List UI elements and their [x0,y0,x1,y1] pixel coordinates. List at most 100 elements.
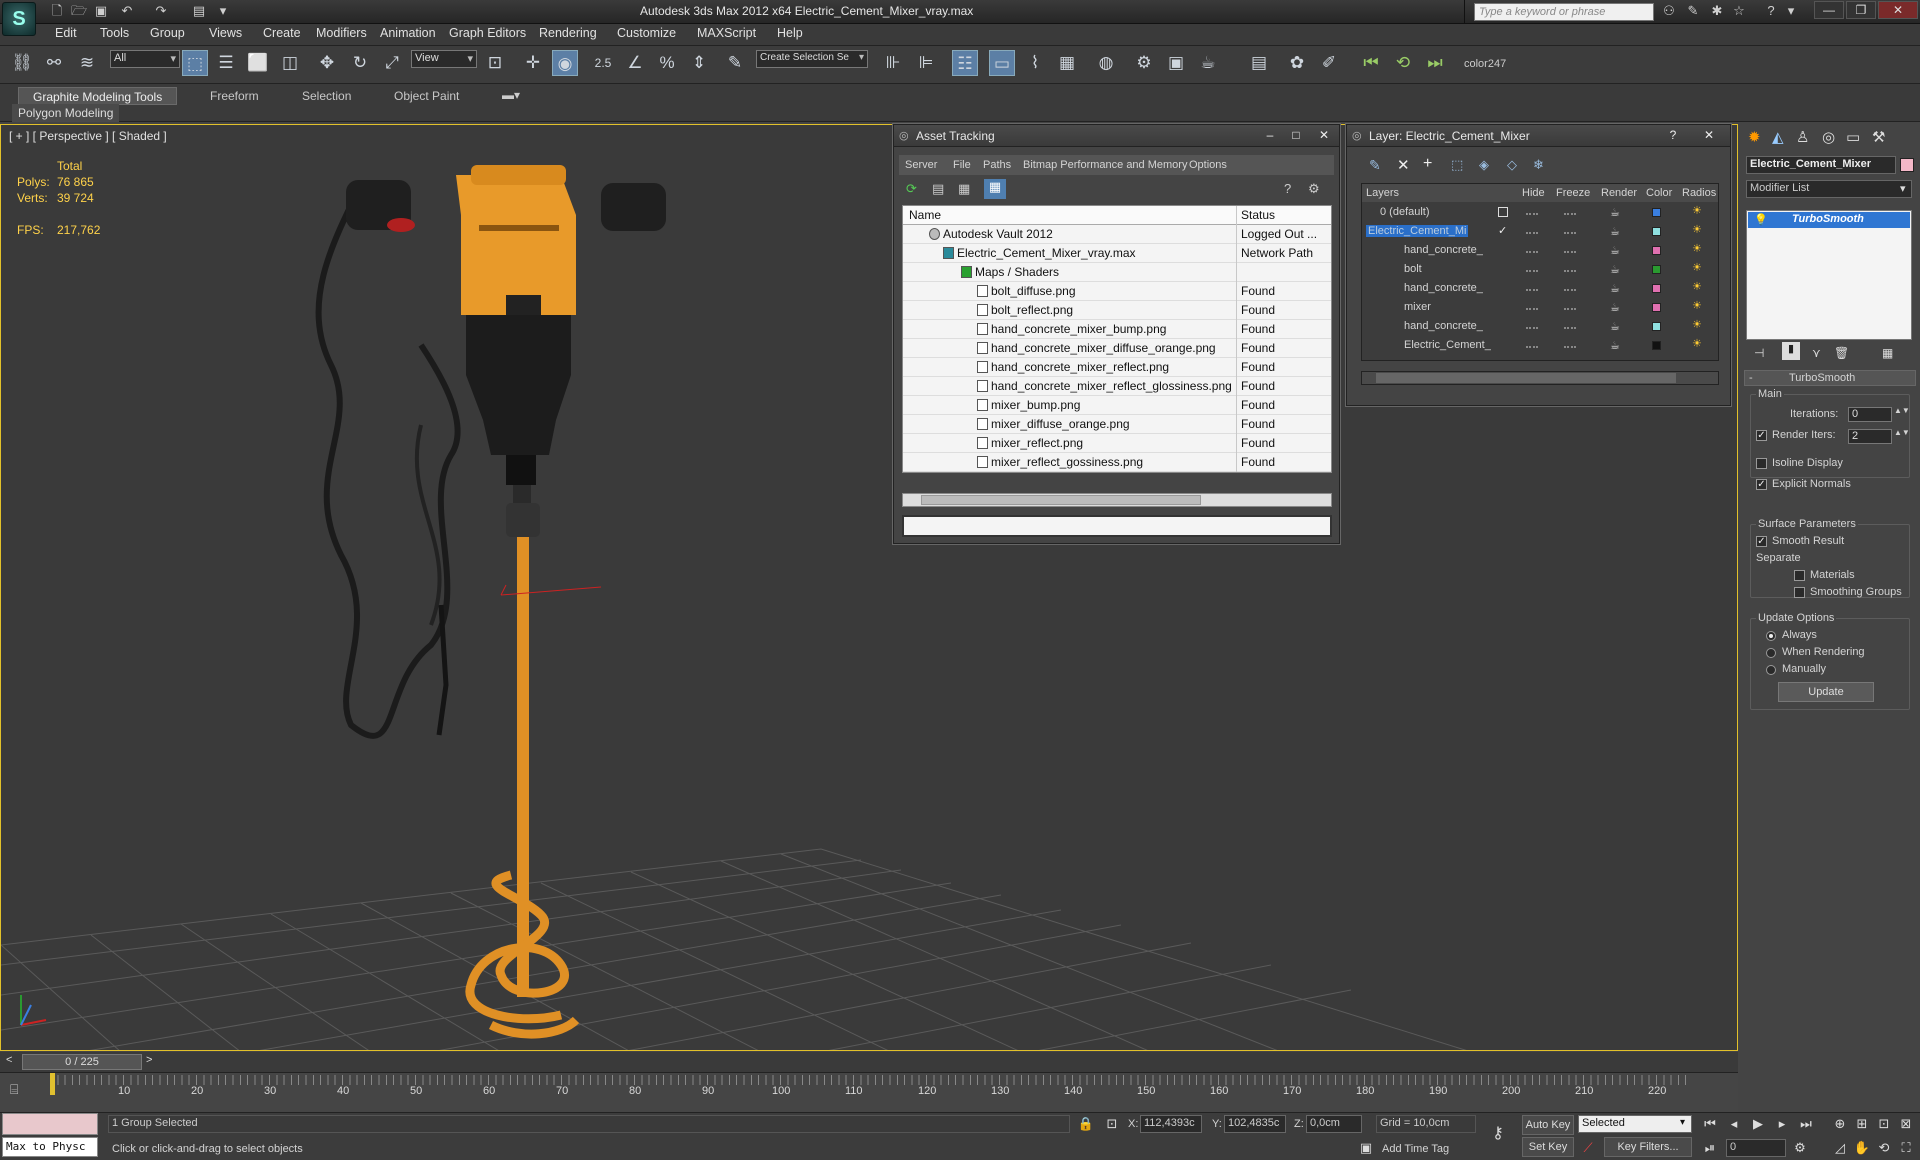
time-slider-next-icon[interactable]: > [146,1054,158,1069]
zoom-all-icon[interactable]: ⊞ [1852,1115,1872,1133]
at-path-field[interactable] [902,515,1332,537]
edit-named-selection-icon[interactable]: ✎ [722,50,748,76]
minimize-button[interactable]: — [1814,1,1844,19]
configure-sets-icon[interactable]: ▦ [1882,346,1893,360]
save-icon[interactable]: ▣ [92,3,110,19]
rotate-icon[interactable]: ↻ [347,50,373,76]
at-menu-file[interactable]: File [953,159,971,171]
mini-curve-editor-icon[interactable]: ⌸ [10,1081,18,1098]
chevron-down-icon[interactable]: ▾ [1680,1117,1685,1128]
select-object-icon[interactable]: ⬚ [182,50,208,76]
time-tag-icon[interactable]: ▣ [1356,1139,1376,1157]
ik-icon[interactable]: ⟲ [1390,50,1416,76]
table-row[interactable]: hand_concrete_mixer_bump.png Found [903,320,1331,339]
lm-horizontal-scrollbar[interactable] [1361,371,1719,385]
zoom-extents-icon[interactable]: ⊡ [1874,1115,1894,1133]
render-iters-spinner[interactable]: 2 [1848,429,1892,444]
at-horizontal-scrollbar[interactable] [902,493,1332,507]
materials-checkbox[interactable] [1794,570,1805,581]
active-layer-check-icon[interactable]: ✓ [1498,224,1507,237]
layer-row[interactable]: bolt ☕ ☀ [1362,261,1718,280]
window-crossing-icon[interactable]: ◫ [277,50,303,76]
zoom-extents-all-icon[interactable]: ⊠ [1896,1115,1916,1133]
zoom-icon[interactable]: ⊕ [1830,1115,1850,1133]
previous-frame-icon[interactable]: ◂ [1724,1115,1744,1133]
vray-frame-buffer-icon[interactable]: ▤ [1246,50,1272,76]
customize-dropdown-icon[interactable]: ▾ [214,3,232,19]
thumbnail-view-icon[interactable]: ▦ [958,181,970,197]
help-icon[interactable]: ? [1762,3,1780,19]
radiosity-icon[interactable]: ☀ [1692,242,1702,255]
key-mode-toggle-icon[interactable]: ⏯ [1700,1139,1720,1157]
column-freeze[interactable]: Freeze [1556,187,1590,199]
render-teapot-icon[interactable]: ☕ [1610,225,1620,238]
radiosity-icon[interactable]: ☀ [1692,299,1702,312]
graphite-toggle-icon[interactable]: ▭ [989,50,1015,76]
render-teapot-icon[interactable]: ☕ [1610,320,1620,333]
render-teapot-icon[interactable]: ☕ [1610,244,1620,257]
radiosity-icon[interactable]: ☀ [1692,280,1702,293]
at-minimize-button[interactable]: – [1259,128,1281,144]
render-teapot-icon[interactable]: ☕ [1610,339,1620,352]
table-row[interactable]: Maps / Shaders [903,263,1331,282]
highlight-layer-icon[interactable]: ◈ [1479,157,1489,173]
smoothing-groups-checkbox[interactable] [1794,587,1805,598]
z-coordinate-field[interactable]: 0,0cm [1306,1115,1362,1133]
menu-help[interactable]: Help [777,26,803,40]
layer-row[interactable]: 0 (default) ☕ ☀ [1362,204,1718,223]
list-view-icon[interactable]: ▤ [932,181,944,197]
render-teapot-icon[interactable]: ☕ [1610,301,1620,314]
new-file-icon[interactable]: 🗋 [48,3,66,19]
column-status[interactable]: Status [1241,208,1275,222]
smooth-result-checkbox[interactable]: ✓ [1756,536,1767,547]
utilities-tab-icon[interactable]: ⚒ [1872,128,1885,146]
at-menu-bitmap-performance[interactable]: Bitmap Performance and Memory [1023,159,1187,171]
asset-tracking-titlebar[interactable]: ◎ Asset Tracking – □ ✕ [894,125,1339,147]
selection-filter-select[interactable]: All [110,50,180,68]
column-name[interactable]: Name [909,208,941,222]
radiosity-icon[interactable]: ☀ [1692,318,1702,331]
layer-manager-titlebar[interactable]: ◎ Layer: Electric_Cement_Mixer ? ✕ [1347,125,1730,147]
show-end-result-icon[interactable]: ▮ [1782,342,1800,360]
search-input[interactable]: Type a keyword or phrase [1474,3,1654,21]
refresh-icon[interactable]: ⟳ [906,181,917,197]
table-row[interactable]: Electric_Cement_Mixer_vray.max Network Pa… [903,244,1331,263]
redo-icon[interactable]: ↷ [152,3,170,19]
bind-space-warp-icon[interactable]: ≋ [74,50,100,76]
column-layers[interactable]: Layers [1366,187,1399,199]
select-objects-icon[interactable]: ⬚ [1451,157,1463,173]
pin-stack-icon[interactable]: ⊣ [1754,346,1764,360]
app-logo-button[interactable]: S [2,2,36,36]
table-row[interactable]: hand_concrete_mixer_reflect.png Found [903,358,1331,377]
subscription-icon[interactable]: ✎ [1684,3,1702,19]
radiosity-icon[interactable]: ☀ [1692,337,1702,350]
at-settings-icon[interactable]: ⚙ [1308,181,1320,197]
spinner-arrows-icon[interactable]: ▲▼ [1894,428,1910,437]
pivot-center-icon[interactable]: ⊡ [482,50,508,76]
asset-tracking-window[interactable]: ◎ Asset Tracking – □ ✕ Server File Paths… [893,124,1340,544]
menu-animation[interactable]: Animation [380,26,436,40]
maxscript-listener-input[interactable]: Max to Physc [2,1137,98,1157]
play-next-icon[interactable]: ⏭ [1422,50,1448,76]
play-icon[interactable]: ▶ [1748,1115,1768,1133]
layer-manager-icon[interactable]: ☷ [952,50,978,76]
layer-row[interactable]: mixer ☕ ☀ [1362,299,1718,318]
angle-snap-icon[interactable]: ∠ [622,50,648,76]
time-config-icon[interactable]: ⚙ [1790,1139,1810,1157]
current-frame-field[interactable]: 0 [1726,1139,1786,1157]
spinner-snap-icon[interactable]: ⇕ [686,50,712,76]
render-teapot-icon[interactable]: ☕ [1610,263,1620,276]
menu-edit[interactable]: Edit [55,26,77,40]
lm-close-button[interactable]: ✕ [1698,128,1720,144]
iterations-spinner[interactable]: 0 [1848,407,1892,422]
update-button[interactable]: Update [1778,682,1874,702]
menu-create[interactable]: Create [263,26,301,40]
tab-freeform[interactable]: Freeform [196,87,273,105]
table-row[interactable]: mixer_reflect_gossiness.png Found [903,453,1331,472]
ribbon-options-icon[interactable]: ▬▾ [502,88,520,102]
object-color-swatch[interactable] [1900,158,1914,172]
favorites-icon[interactable]: ☆ [1730,3,1748,19]
delete-layer-icon[interactable]: ✕ [1397,156,1410,174]
table-row[interactable]: mixer_diffuse_orange.png Found [903,415,1331,434]
orbit-icon[interactable]: ⟲ [1874,1139,1894,1157]
